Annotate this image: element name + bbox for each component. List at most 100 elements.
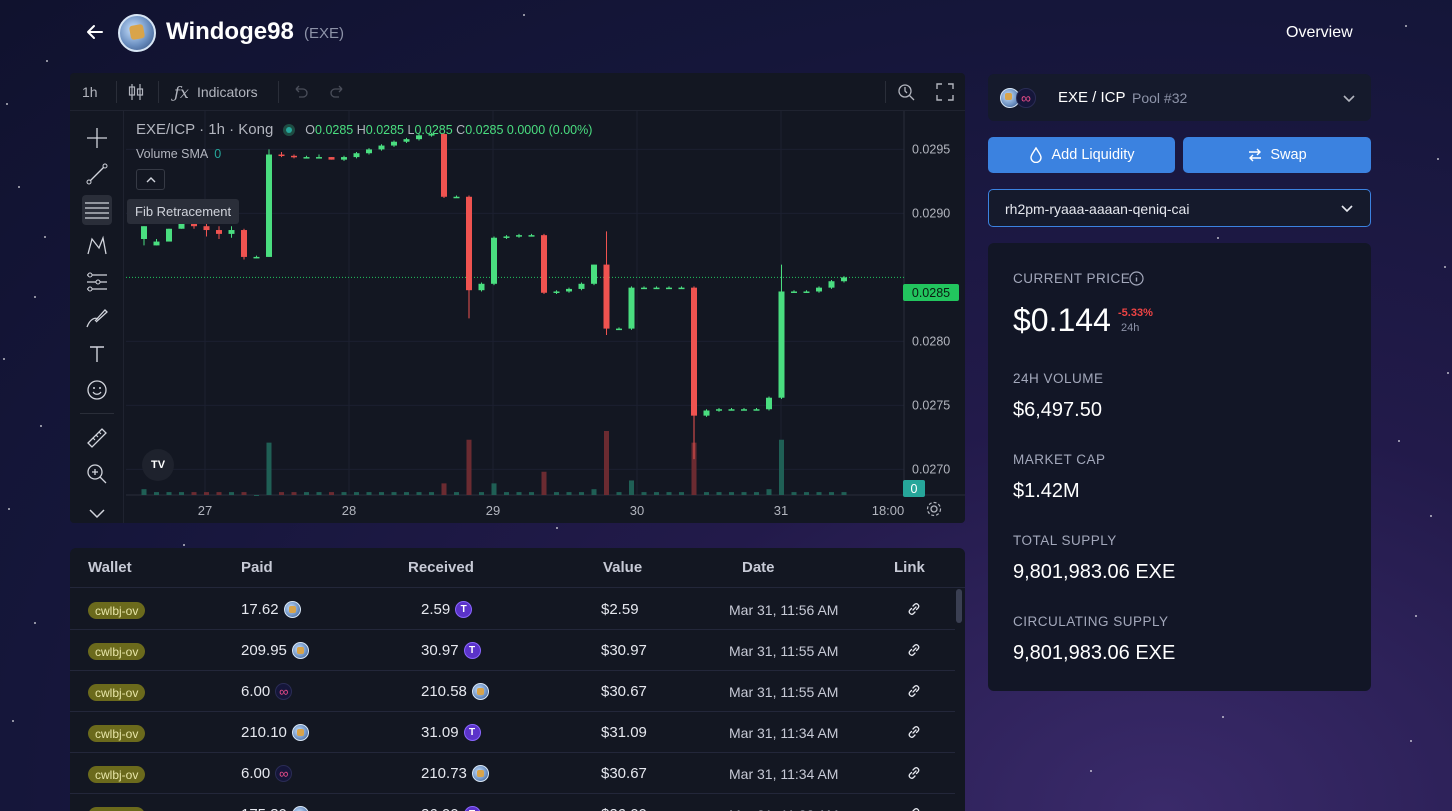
candle-body (216, 230, 222, 234)
zoom-in-icon[interactable] (82, 459, 112, 489)
volume-bar (716, 492, 722, 495)
volume-bar (491, 483, 497, 495)
ohlc-open: 0.0285 (315, 122, 354, 137)
circulating-supply-value: 9,801,983.06 EXE (1013, 642, 1176, 664)
table-scrollbar[interactable] (956, 589, 962, 623)
external-link-icon[interactable] (906, 601, 922, 617)
swap-button[interactable]: Swap (1183, 137, 1371, 173)
indicators-button[interactable]: ƒx Indicators (174, 73, 258, 111)
chart-settings-icon[interactable] (926, 501, 942, 517)
date-cell: Mar 31, 11:56 AM (729, 602, 839, 618)
candle-body (478, 283, 485, 291)
candle-body (841, 277, 847, 282)
candle-body (303, 157, 310, 159)
price-change-period: 24h (1121, 322, 1140, 334)
pool-selector[interactable]: ∞ EXE / ICP Pool #32 (988, 74, 1371, 121)
back-arrow-icon[interactable] (84, 21, 106, 43)
add-liquidity-button[interactable]: Add Liquidity (988, 137, 1175, 173)
volume-bar (366, 492, 372, 495)
token-logo (118, 14, 156, 52)
fib-retracement-icon[interactable] (82, 195, 112, 225)
volume-bar (729, 492, 734, 495)
candle-body (166, 228, 172, 242)
interval-selector[interactable]: 1h (82, 73, 98, 111)
ruler-icon[interactable] (82, 423, 112, 453)
candle-body (441, 134, 447, 197)
candle-body (391, 141, 397, 146)
quick-search-icon[interactable] (897, 73, 915, 111)
candlestick-chart[interactable]: 0.0295 0.0290 0.0280 0.0275 0.0270 27 28 29 30 31… (126, 111, 965, 523)
volume-bar (429, 492, 434, 495)
collapse-legend-button[interactable] (136, 169, 165, 190)
indicators-label: Indicators (196, 84, 258, 100)
pattern-icon[interactable] (82, 231, 112, 261)
volume-bar (229, 492, 234, 495)
wallet-badge[interactable]: cwlbj-ov (88, 602, 146, 619)
external-link-icon[interactable] (906, 642, 922, 658)
external-link-icon[interactable] (906, 683, 922, 699)
candle-body (278, 154, 285, 157)
paid-cell: 210.10 (241, 724, 309, 741)
wallet-badge[interactable]: cwlbj-ov (88, 643, 146, 660)
overview-link[interactable]: Overview (1286, 24, 1353, 42)
value-cell: $26.00 (601, 806, 647, 811)
wallet-badge[interactable]: cwlbj-ov (88, 766, 146, 783)
chevron-down-icon[interactable] (82, 499, 112, 523)
info-icon[interactable] (1129, 271, 1144, 286)
volume-bar (516, 492, 522, 495)
volume-bar (791, 492, 797, 495)
received-cell: 210.73 (421, 765, 489, 782)
candle-body (666, 287, 672, 290)
candle-type-icon[interactable] (128, 73, 144, 111)
candle-body (578, 283, 585, 289)
wallet-badge[interactable]: cwlbj-ov (88, 725, 146, 742)
time-tick-label: 31 (774, 503, 788, 518)
brush-icon[interactable] (82, 303, 112, 333)
canister-selector[interactable]: rh2pm-ryaaa-aaaan-qeniq-cai (988, 189, 1371, 227)
table-row: cwlbj-ov 6.00 ∞ 210.73 $30.67 Mar 31, 11:34 A… (70, 753, 955, 794)
redo-icon[interactable] (330, 73, 346, 111)
column-value: Value (603, 559, 643, 576)
tool-divider (80, 413, 114, 414)
volume-bar (291, 492, 297, 495)
undo-icon[interactable] (292, 73, 308, 111)
volume-bar (741, 492, 747, 495)
total-supply-label: TOTAL SUPPLY (1013, 533, 1117, 548)
tradingview-logo[interactable]: TV (142, 449, 174, 481)
volume-bar (679, 492, 684, 495)
exe-token-icon (291, 642, 309, 659)
volume-bar (391, 492, 397, 495)
candle-body (728, 409, 735, 411)
value-cell: $30.67 (601, 765, 647, 782)
external-link-icon[interactable] (906, 806, 922, 811)
candle-body (241, 230, 247, 257)
paid-cell: 6.00 ∞ (241, 683, 293, 700)
pool-pair: EXE / ICP (1058, 89, 1126, 106)
candle-body (566, 288, 572, 292)
value-cell: $30.67 (601, 683, 647, 700)
volume-bar (566, 492, 572, 495)
wallet-badge[interactable]: cwlbj-ov (88, 684, 146, 701)
volume-bar (354, 492, 359, 495)
trend-line-icon[interactable] (82, 159, 112, 189)
time-tick-label: 30 (630, 503, 644, 518)
wallet-badge[interactable]: cwlbj-ov (88, 807, 146, 811)
volume-bar (466, 439, 472, 495)
volume-bar (816, 492, 822, 495)
date-cell: Mar 31, 11:22 AM (729, 807, 838, 811)
text-tool-icon[interactable] (82, 339, 112, 369)
external-link-icon[interactable] (906, 724, 922, 740)
price-chart-panel: 1h ƒx Indicators 0.0295 0.0290 0.0280 0.… (70, 73, 965, 523)
time-tick-label: 18:00 (872, 503, 905, 518)
current-price: $0.144 (1013, 302, 1111, 338)
crosshair-icon[interactable] (82, 123, 112, 153)
volume-bar (379, 492, 384, 495)
emoji-icon[interactable] (82, 375, 112, 405)
ohlc-low: 0.0285 (414, 122, 453, 137)
price-tick-label: 0.0295 (912, 142, 950, 156)
prediction-icon[interactable] (82, 267, 112, 297)
fullscreen-icon[interactable] (936, 73, 954, 111)
candle-body (328, 157, 335, 160)
external-link-icon[interactable] (906, 765, 922, 781)
candle-body (228, 230, 235, 234)
